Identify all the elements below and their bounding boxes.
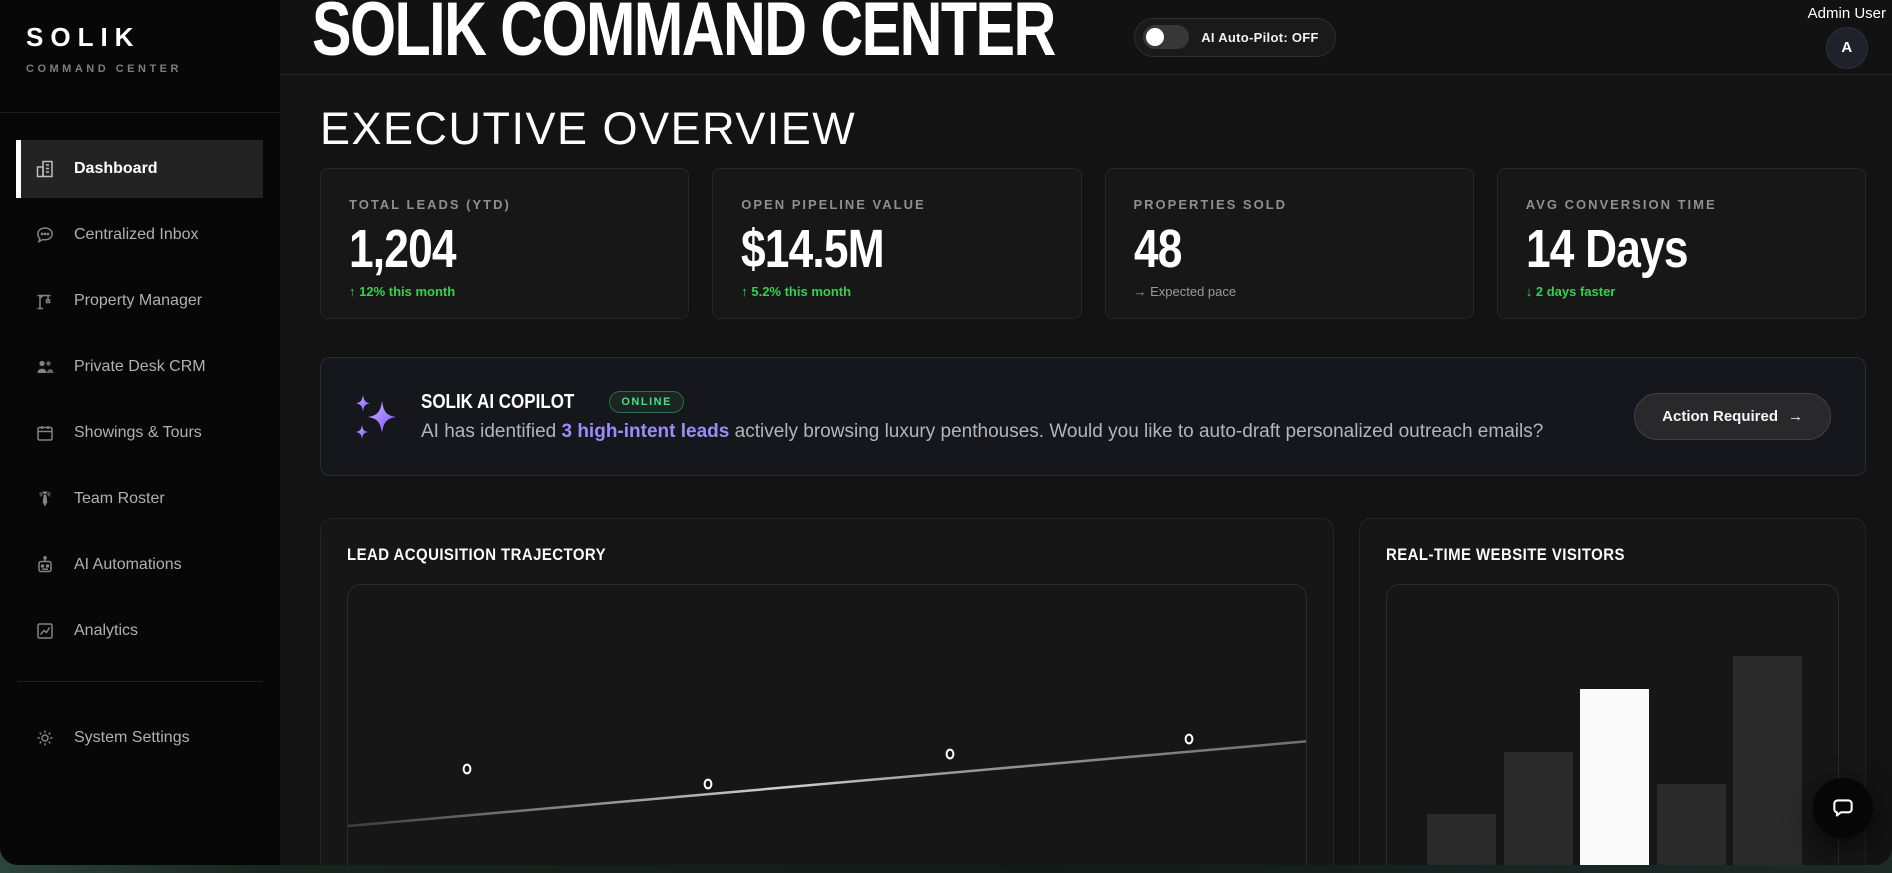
copilot-title: SOLIK AI COPILOT <box>421 390 575 413</box>
chart-title: LEAD ACQUISITION TRAJECTORY <box>347 545 607 564</box>
autopilot-label: AI Auto-Pilot: OFF <box>1201 29 1319 45</box>
bar <box>1733 656 1802 865</box>
kpi-value: $14.5M <box>741 219 885 279</box>
kpi-value: 14 Days <box>1525 219 1689 279</box>
sidebar-item-dashboard[interactable]: Dashboard <box>16 140 263 198</box>
kpi-delta: → Expected pace <box>1133 283 1237 299</box>
sidebar-item-system-settings[interactable]: System Settings <box>16 709 263 767</box>
kpi-card-properties-sold: PROPERTIES SOLD 48 → Expected pace <box>1104 168 1474 319</box>
sidebar-item-label: System Settings <box>74 729 190 746</box>
sidebar-nav: Dashboard Centralized Inbox Property Man… <box>0 113 280 767</box>
data-point-marker <box>703 778 713 790</box>
chart-icon <box>34 620 56 642</box>
sidebar-item-label: Dashboard <box>74 160 158 177</box>
sidebar-item-label: Team Roster <box>74 490 165 507</box>
kpi-value: 1,204 <box>349 219 457 279</box>
data-point-marker <box>462 763 472 775</box>
kpi-card-conversion-time: AVG CONVERSION TIME 14 Days ↓ 2 days fas… <box>1496 168 1866 319</box>
sidebar-item-label: Centralized Inbox <box>74 226 199 243</box>
kpi-delta: ↑ 12% this month <box>349 283 456 299</box>
bar-chart-plot <box>1386 584 1839 865</box>
gear-icon <box>34 727 56 749</box>
page-title: SOLIK COMMAND CENTER <box>312 0 1056 72</box>
kpi-label: AVG CONVERSION TIME <box>1525 197 1717 212</box>
brand-logo: SOLIK <box>26 22 141 52</box>
bar-highlighted <box>1580 689 1649 865</box>
sidebar-item-team-roster[interactable]: Team Roster <box>16 470 263 528</box>
kpi-label: PROPERTIES SOLD <box>1133 197 1288 212</box>
action-required-label: Action Required <box>1662 408 1778 425</box>
copilot-message: AI has identified 3 high-intent leads ac… <box>421 421 1543 443</box>
copilot-message-suffix: actively browsing luxury penthouses. Wou… <box>729 420 1544 442</box>
necktie-icon <box>34 488 56 510</box>
chat-fab-button[interactable] <box>1813 778 1873 838</box>
status-badge: ONLINE <box>609 391 684 413</box>
kpi-row: TOTAL LEADS (YTD) 1,204 ↑ 12% this month… <box>320 168 1866 319</box>
brand-subtitle: COMMAND CENTER <box>26 63 182 75</box>
sidebar-item-showings-tours[interactable]: Showings & Tours <box>16 404 263 462</box>
kpi-label: TOTAL LEADS (YTD) <box>349 197 511 212</box>
sidebar-item-label: Analytics <box>74 622 139 639</box>
website-visitors-chart-card: REAL-TIME WEBSITE VISITORS <box>1359 518 1866 865</box>
copilot-message-prefix: AI has identified <box>421 420 562 442</box>
data-point-marker <box>945 748 955 760</box>
bar <box>1427 814 1496 865</box>
brand-block: SOLIK COMMAND CENTER <box>0 0 280 113</box>
section-heading: EXECUTIVE OVERVIEW <box>320 103 857 154</box>
arrow-right-icon: → <box>1788 408 1803 425</box>
user-block: Admin User A <box>1808 5 1886 69</box>
sidebar-item-private-desk-crm[interactable]: Private Desk CRM <box>16 338 263 396</box>
kpi-card-pipeline-value: OPEN PIPELINE VALUE $14.5M ↑ 5.2% this m… <box>712 168 1082 319</box>
ai-copilot-banner: SOLIK AI COPILOT ONLINE AI has identifie… <box>320 357 1866 476</box>
copilot-message-highlight: 3 high-intent leads <box>561 420 730 442</box>
sidebar-item-analytics[interactable]: Analytics <box>16 602 263 660</box>
avatar[interactable]: A <box>1825 27 1868 69</box>
action-required-button[interactable]: Action Required → <box>1634 393 1831 440</box>
user-name: Admin User <box>1807 5 1886 22</box>
people-icon <box>34 356 56 378</box>
chart-title: REAL-TIME WEBSITE VISITORS <box>1386 545 1625 564</box>
copilot-body: SOLIK AI COPILOT ONLINE AI has identifie… <box>421 391 1543 443</box>
chat-bubble-icon <box>1833 799 1853 817</box>
kpi-label: OPEN PIPELINE VALUE <box>741 197 926 212</box>
data-point-marker <box>1184 733 1194 745</box>
main-area: SOLIK COMMAND CENTER AI Auto-Pilot: OFF … <box>280 0 1892 865</box>
sidebar-item-label: Showings & Tours <box>74 424 202 441</box>
sidebar-item-centralized-inbox[interactable]: Centralized Inbox <box>16 206 263 264</box>
sidebar-item-label: Property Manager <box>74 292 203 309</box>
top-header: SOLIK COMMAND CENTER AI Auto-Pilot: OFF … <box>280 0 1892 75</box>
lead-acquisition-chart-card: LEAD ACQUISITION TRAJECTORY <box>320 518 1334 865</box>
crane-icon <box>34 290 56 312</box>
sidebar-item-ai-automations[interactable]: AI Automations <box>16 536 263 594</box>
sidebar-item-label: Private Desk CRM <box>74 358 206 375</box>
bar <box>1504 752 1573 865</box>
building-icon <box>34 158 56 180</box>
calendar-icon <box>34 422 56 444</box>
autopilot-toggle[interactable]: AI Auto-Pilot: OFF <box>1134 17 1336 57</box>
robot-icon <box>34 554 56 576</box>
sidebar: SOLIK COMMAND CENTER Dashboard Centraliz… <box>0 0 280 865</box>
sparkles-icon <box>356 394 396 439</box>
chat-bubble-icon <box>34 224 56 246</box>
line-chart-plot <box>347 584 1307 865</box>
kpi-delta: ↑ 5.2% this month <box>741 283 852 299</box>
bar <box>1657 784 1726 865</box>
kpi-value: 48 <box>1133 219 1182 279</box>
kpi-delta: ↓ 2 days faster <box>1525 283 1616 299</box>
trend-line <box>348 740 1306 828</box>
content: EXECUTIVE OVERVIEW TOTAL LEADS (YTD) 1,2… <box>280 103 1892 865</box>
app-window: SOLIK COMMAND CENTER Dashboard Centraliz… <box>0 0 1892 865</box>
toggle-track[interactable] <box>1143 25 1190 49</box>
toggle-knob <box>1146 28 1165 46</box>
line-chart-svg <box>348 733 1306 828</box>
sidebar-item-label: AI Automations <box>74 556 182 573</box>
sidebar-item-property-manager[interactable]: Property Manager <box>16 272 263 330</box>
kpi-card-total-leads: TOTAL LEADS (YTD) 1,204 ↑ 12% this month <box>320 168 690 319</box>
charts-row: LEAD ACQUISITION TRAJECTORY REAL-TIME WE… <box>320 518 1866 865</box>
